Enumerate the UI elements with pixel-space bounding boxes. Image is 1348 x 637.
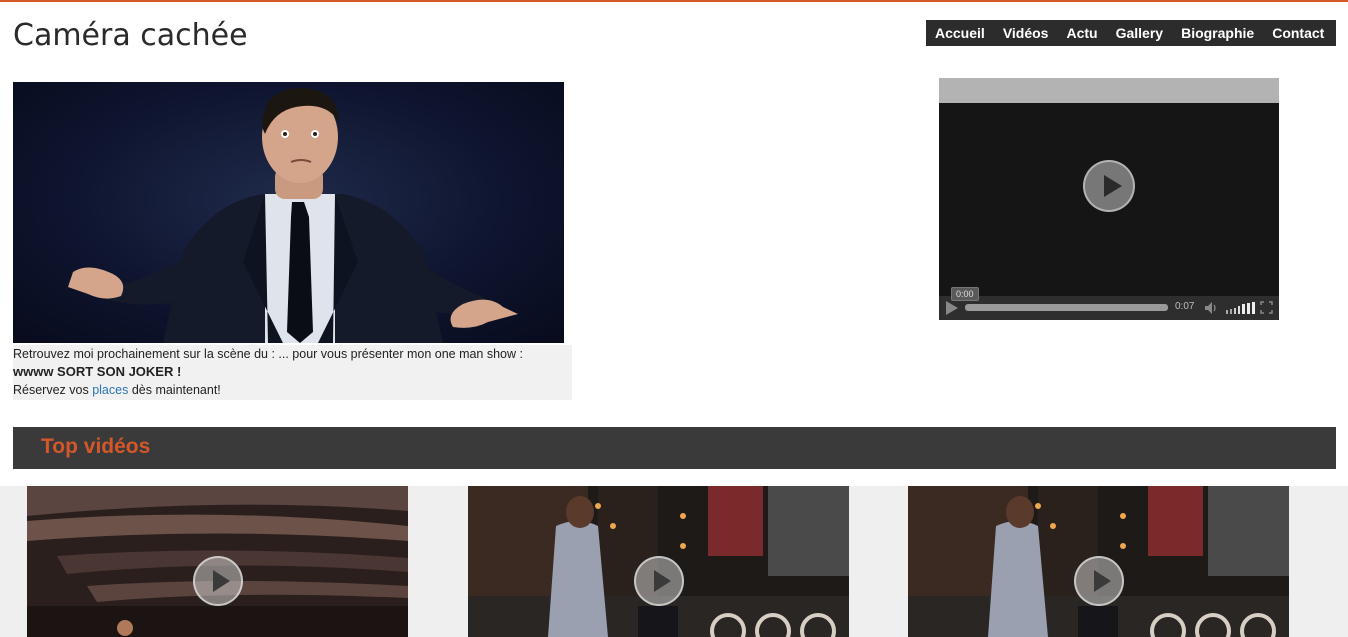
time-tooltip: 0:00 xyxy=(951,287,979,301)
player-title-bar xyxy=(939,78,1279,103)
main-nav: Accueil Vidéos Actu Gallery Biographie C… xyxy=(926,20,1336,46)
hero-caption: Retrouvez moi prochainement sur la scène… xyxy=(13,345,572,400)
video-thumbnail[interactable] xyxy=(908,486,1289,637)
nav-item-accueil[interactable]: Accueil xyxy=(926,20,994,46)
player-controls: 0:00 0:07 xyxy=(939,287,1279,320)
fullscreen-icon[interactable] xyxy=(1260,301,1273,314)
top-videos-bar: Top vidéos xyxy=(13,427,1336,469)
play-icon[interactable] xyxy=(193,556,243,606)
volume-level-icon[interactable] xyxy=(1226,302,1256,314)
volume-icon[interactable] xyxy=(1203,300,1219,316)
caption-reserve-suffix: dès maintenant! xyxy=(128,383,221,397)
video-thumbnail[interactable] xyxy=(27,486,408,637)
top-videos-heading: Top vidéos xyxy=(41,435,151,458)
control-play-icon[interactable] xyxy=(946,301,958,315)
duration-label: 0:07 xyxy=(1175,301,1195,312)
places-link[interactable]: places xyxy=(92,383,128,397)
nav-item-biographie[interactable]: Biographie xyxy=(1172,20,1263,46)
progress-track[interactable] xyxy=(965,304,1168,311)
nav-item-actu[interactable]: Actu xyxy=(1057,20,1106,46)
site-title: Caméra cachée xyxy=(13,18,248,53)
nav-item-gallery[interactable]: Gallery xyxy=(1107,20,1172,46)
video-player[interactable]: 0:00 0:07 xyxy=(939,78,1279,320)
play-icon[interactable] xyxy=(634,556,684,606)
play-icon[interactable] xyxy=(1083,160,1135,212)
nav-item-videos[interactable]: Vidéos xyxy=(994,20,1058,46)
caption-line-3: Réservez vos places dès maintenant! xyxy=(13,381,572,399)
nav-item-contact[interactable]: Contact xyxy=(1263,20,1333,46)
play-icon[interactable] xyxy=(1074,556,1124,606)
top-accent-stripe xyxy=(0,0,1348,2)
caption-line-1: Retrouvez moi prochainement sur la scène… xyxy=(13,347,523,361)
hero-photo xyxy=(13,82,564,343)
video-thumbnail[interactable] xyxy=(468,486,849,637)
caption-reserve-text: Réservez vos xyxy=(13,383,93,397)
caption-show-title: wwww SORT SON JOKER ! xyxy=(13,364,182,379)
